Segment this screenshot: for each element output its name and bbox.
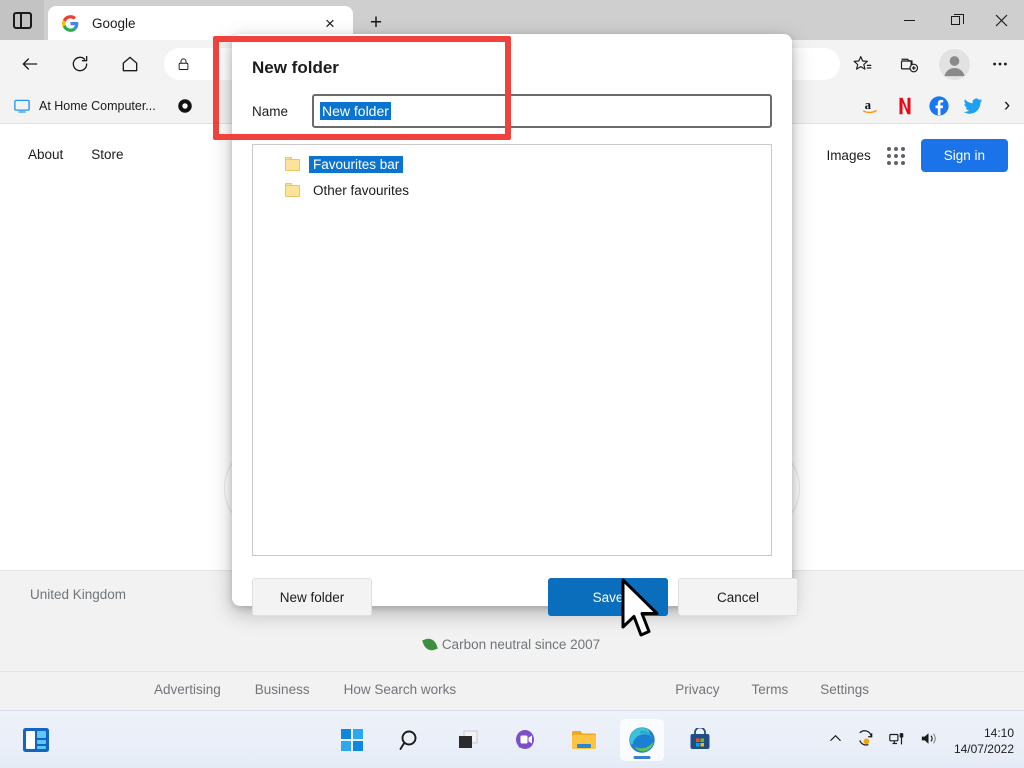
microsoft-store-icon[interactable] (678, 719, 722, 761)
tab-search-icon (12, 11, 32, 29)
footer-link-advertising[interactable]: Advertising (154, 682, 221, 697)
task-view-icon[interactable] (446, 719, 490, 761)
dialog-name-row: Name New folder (252, 94, 772, 128)
leaf-icon (421, 635, 438, 653)
browser-window: Google × + At Home Computer... a › About… (0, 0, 1024, 710)
favourite-item-label: At Home Computer... (39, 98, 156, 113)
google-top-left-links: About Store (28, 147, 124, 162)
taskbar-apps (330, 719, 722, 761)
google-sign-in-button[interactable]: Sign in (920, 139, 1008, 172)
tree-item-favourites-bar[interactable]: Favourites bar (253, 151, 771, 177)
window-maximize-button[interactable] (932, 0, 978, 40)
back-arrow-icon[interactable] (10, 47, 50, 81)
microsoft-edge-icon[interactable] (620, 719, 664, 761)
footer-link-settings[interactable]: Settings (820, 682, 869, 697)
folder-tree-list[interactable]: Favourites bar Other favourites (252, 144, 772, 556)
new-folder-button[interactable]: New folder (252, 578, 372, 616)
tab-search-button[interactable] (0, 0, 44, 40)
new-folder-dialog: New folder Name New folder Favourites ba… (232, 34, 798, 616)
tab-title: Google (92, 15, 136, 31)
facebook-icon[interactable] (922, 91, 956, 121)
netflix-icon[interactable] (888, 91, 922, 121)
refresh-icon[interactable] (60, 47, 100, 81)
folder-name-value: New folder (320, 102, 391, 120)
folder-icon (285, 157, 301, 171)
window-controls (886, 0, 1024, 40)
profile-avatar-icon[interactable] (934, 47, 974, 81)
tree-item-label: Other favourites (313, 182, 410, 198)
google-top-right: Images Sign in (826, 139, 1008, 172)
favourites-overflow-chevron-icon[interactable]: › (990, 91, 1024, 121)
mouse-cursor (620, 578, 666, 642)
toolbar-right-icons (840, 47, 1024, 81)
favourites-bar-shortcuts: a › (854, 88, 1024, 124)
tree-item-label: Favourites bar (309, 155, 404, 173)
amazon-icon[interactable]: a (854, 91, 888, 121)
volume-icon[interactable] (919, 729, 938, 753)
carbon-text: Carbon neutral since 2007 (441, 636, 601, 652)
google-link-about[interactable]: About (28, 147, 63, 162)
dark-circle-icon (176, 97, 194, 115)
footer-link-how-search-works[interactable]: How Search works (344, 682, 457, 697)
window-close-button[interactable] (978, 0, 1024, 40)
home-icon[interactable] (110, 47, 150, 81)
google-footer-right-links: Privacy Terms Settings (675, 682, 869, 697)
svg-text:a: a (865, 98, 872, 112)
google-link-images[interactable]: Images (826, 148, 870, 163)
monitor-icon (13, 97, 31, 115)
start-icon[interactable] (330, 719, 374, 761)
collections-icon[interactable] (888, 47, 928, 81)
file-explorer-icon[interactable] (562, 719, 606, 761)
dialog-title: New folder (252, 58, 339, 77)
window-minimize-button[interactable] (886, 0, 932, 40)
chevron-up-icon[interactable] (828, 731, 843, 751)
google-apps-grid-icon[interactable] (885, 145, 907, 167)
folder-name-input[interactable]: New folder (312, 94, 772, 128)
google-link-store[interactable]: Store (91, 147, 123, 162)
favorites-star-icon[interactable] (842, 47, 882, 81)
footer-link-business[interactable]: Business (255, 682, 310, 697)
tab-close-icon[interactable]: × (317, 10, 343, 36)
widgets-icon[interactable] (20, 725, 52, 755)
favourite-item-dark-circle[interactable] (169, 93, 209, 119)
clock-date: 14/07/2022 (953, 742, 1014, 756)
footer-link-privacy[interactable]: Privacy (675, 682, 719, 697)
network-icon[interactable] (888, 730, 906, 753)
dialog-name-label: Name (252, 103, 289, 119)
google-carbon-neutral-note: Carbon neutral since 2007 (0, 617, 1024, 672)
google-footer: Advertising Business How Search works Pr… (0, 672, 1024, 710)
onedrive-sync-icon[interactable] (856, 729, 875, 753)
clock-time: 14:10 (983, 726, 1014, 740)
search-icon[interactable] (388, 719, 432, 761)
taskbar-clock[interactable]: 14:10 14/07/2022 (954, 725, 1014, 757)
cancel-button[interactable]: Cancel (678, 578, 798, 616)
ellipsis-icon[interactable] (980, 47, 1020, 81)
tree-item-other-favourites[interactable]: Other favourites (253, 177, 771, 203)
footer-link-terms[interactable]: Terms (751, 682, 788, 697)
chat-icon[interactable] (504, 719, 548, 761)
system-tray (828, 729, 938, 753)
lock-icon (178, 57, 189, 70)
windows-taskbar: 14:10 14/07/2022 (0, 710, 1024, 768)
google-footer-left-links: Advertising Business How Search works (154, 682, 456, 697)
twitter-icon[interactable] (956, 91, 990, 121)
favourite-item-at-home-computer[interactable]: At Home Computer... (6, 93, 163, 119)
google-favicon (62, 14, 79, 32)
folder-icon (285, 183, 301, 197)
